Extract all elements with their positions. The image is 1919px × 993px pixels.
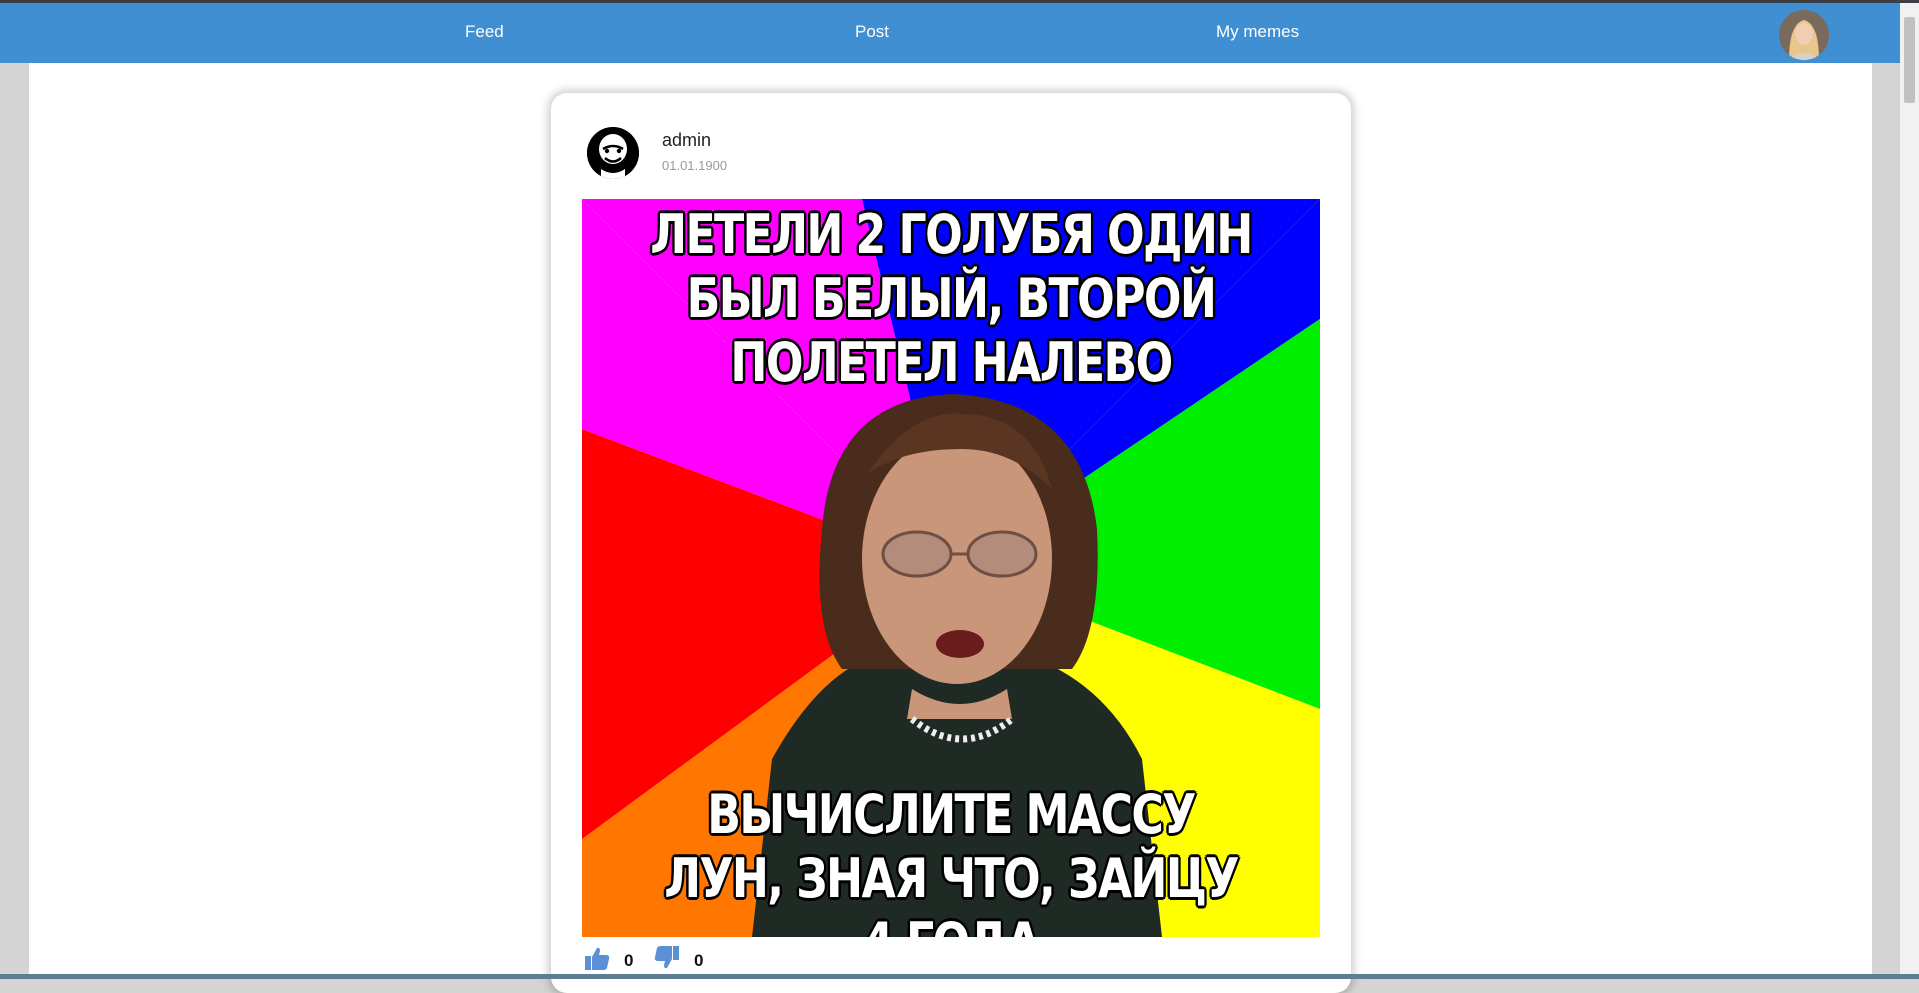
- dislike-count: 0: [694, 951, 704, 970]
- meme-post-card: admin 01.01.1900 ЛЕТЕЛИ 2 ГОЛУБЯ ОДИН БЫ…: [551, 93, 1351, 993]
- nav-my-memes-link[interactable]: My memes: [1216, 22, 1299, 42]
- like-count: 0: [624, 951, 634, 970]
- author-name[interactable]: admin: [662, 130, 711, 151]
- nav-post-link[interactable]: Post: [855, 22, 889, 42]
- meme-top-caption: ЛЕТЕЛИ 2 ГОЛУБЯ ОДИН БЫЛ БЕЛЫЙ, ВТОРОЙ П…: [650, 203, 1253, 394]
- like-button[interactable]: [584, 945, 610, 971]
- post-date: 01.01.1900: [662, 158, 728, 173]
- top-navbar: Feed Post My memes: [0, 3, 1900, 63]
- meme-image: ЛЕТЕЛИ 2 ГОЛУБЯ ОДИН БЫЛ БЕЛЫЙ, ВТОРОЙ П…: [582, 199, 1320, 937]
- scrollbar-thumb[interactable]: [1904, 17, 1915, 103]
- bottom-edge-bar: [0, 974, 1919, 979]
- page-scrollbar[interactable]: [1900, 3, 1919, 974]
- dislike-button[interactable]: [654, 945, 680, 971]
- nav-feed-link[interactable]: Feed: [465, 22, 504, 42]
- thumbs-down-icon: [654, 946, 679, 969]
- author-avatar[interactable]: [587, 127, 639, 179]
- user-avatar[interactable]: [1779, 10, 1829, 60]
- meme-bottom-caption: ВЫЧИСЛИТЕ МАССУ ЛУН, ЗНАЯ ЧТО, ЗАЙЦУ 4 Г…: [664, 783, 1239, 937]
- thumbs-up-icon: [585, 947, 610, 970]
